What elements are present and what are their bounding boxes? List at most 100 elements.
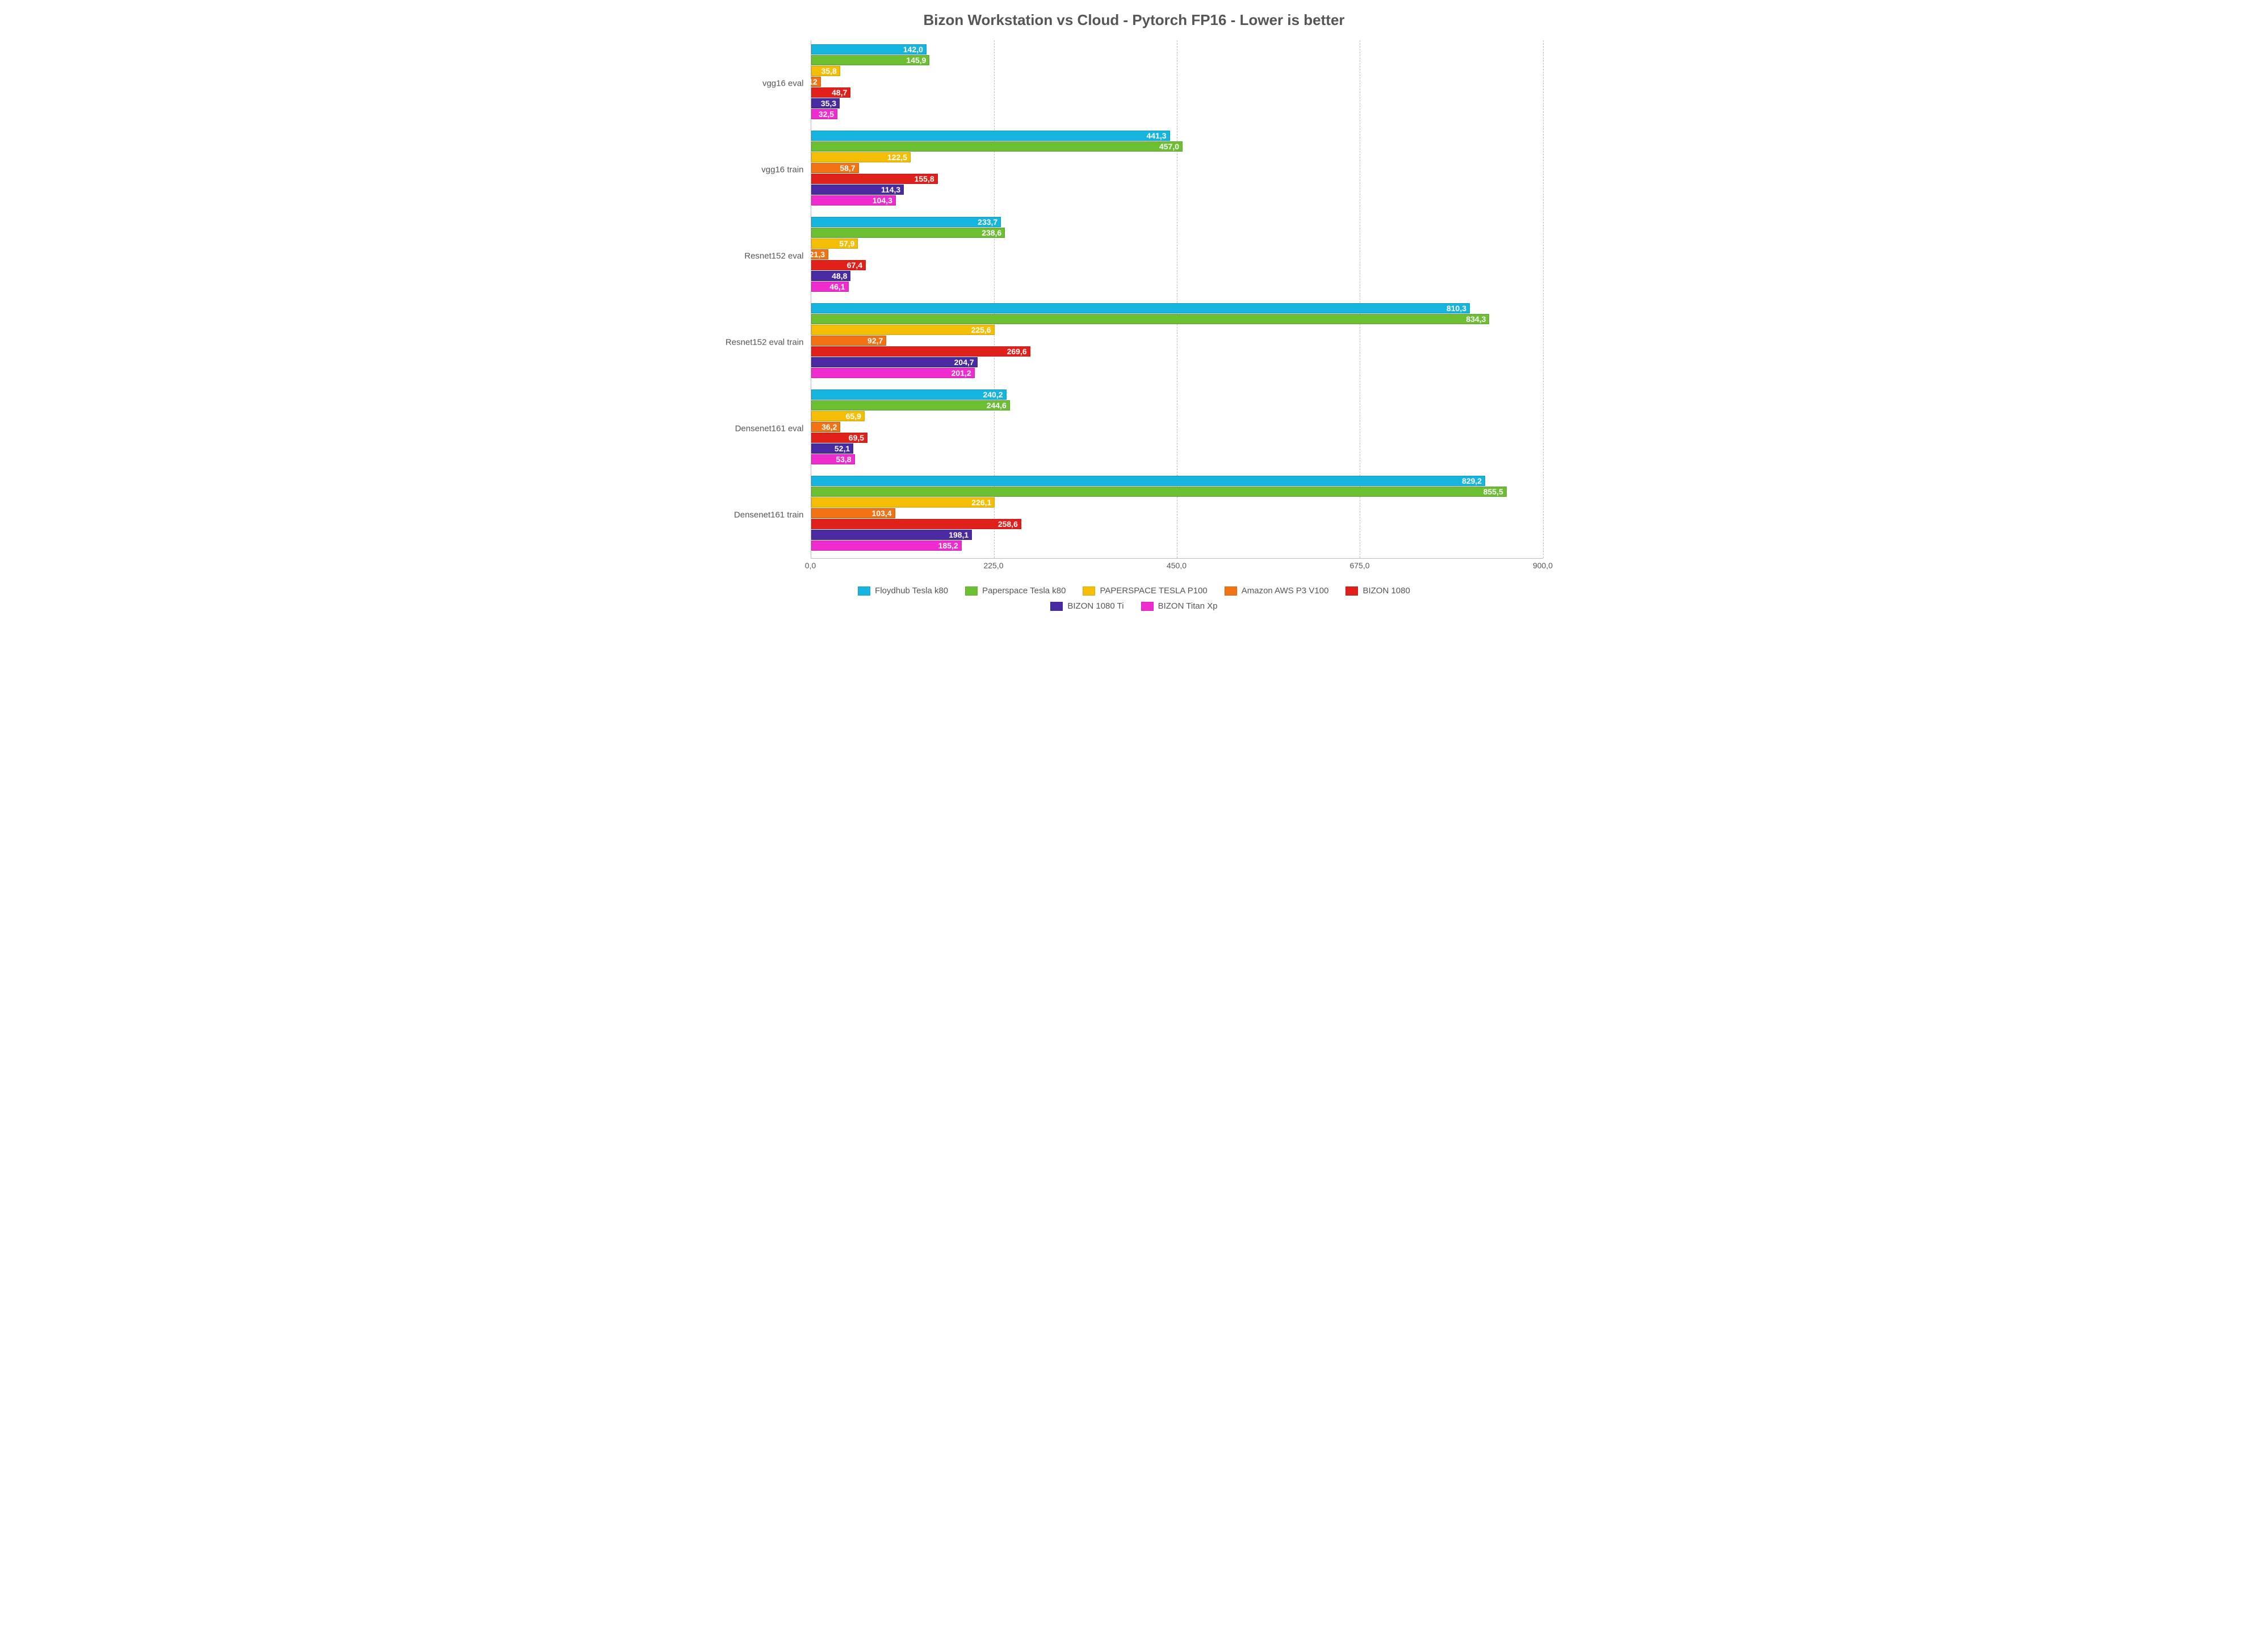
bar-value-label: 103,4 (872, 508, 892, 518)
bar: 52,1 (811, 443, 1543, 454)
bar: 12 (811, 77, 1543, 87)
bar: 225,6 (811, 325, 1543, 335)
category-label: Densenet161 train (723, 510, 808, 520)
bar: 104,3 (811, 195, 1543, 206)
bar-value-label: 441,3 (1147, 131, 1167, 141)
bar: 226,1 (811, 497, 1543, 508)
x-tick-label: 450,0 (1167, 561, 1187, 570)
bar-value-label: 226,1 (971, 497, 991, 508)
bar-fill (811, 217, 1001, 227)
bar-value-label: 36,2 (821, 422, 837, 432)
bar-value-label: 69,5 (849, 433, 864, 443)
x-tick-label: 225,0 (983, 561, 1003, 570)
bar: 457,0 (811, 141, 1543, 152)
bar-value-label: 810,3 (1447, 303, 1466, 313)
bar: 53,8 (811, 454, 1543, 464)
bar-value-label: 145,9 (906, 55, 926, 65)
bar-fill (811, 346, 1030, 357)
legend: Floydhub Tesla k80 Paperspace Tesla k80 PA… (822, 586, 1447, 611)
legend-label: BIZON 1080 (1363, 586, 1410, 596)
bar-fill (811, 476, 1486, 486)
bar: 67,4 (811, 260, 1543, 270)
chart-container: Bizon Workstation vs Cloud - Pytorch FP1… (709, 0, 1560, 628)
category-label: Densenet161 eval (723, 424, 808, 434)
bar-value-label: 114,3 (881, 185, 900, 195)
category-group: Resnet152 eval train810,3834,3225,692,72… (811, 299, 1543, 385)
bar-value-label: 48,7 (832, 87, 847, 98)
legend-item: Paperspace Tesla k80 (965, 586, 1066, 596)
category-label: Resnet152 eval (723, 252, 808, 261)
bar-value-label: 67,4 (847, 260, 862, 270)
bar-fill (811, 303, 1470, 313)
bar-fill (811, 497, 995, 508)
bar-value-label: 834,3 (1466, 314, 1486, 324)
x-tick-label: 0,0 (805, 561, 816, 570)
category-group: Densenet161 eval240,2244,665,936,269,552… (811, 385, 1543, 472)
bar: 855,5 (811, 487, 1543, 497)
bar: 269,6 (811, 346, 1543, 357)
category-label: Resnet152 eval train (723, 338, 808, 347)
bar-value-label: 225,6 (971, 325, 991, 335)
bar-fill (811, 530, 972, 540)
legend-swatch (1225, 586, 1237, 596)
category-group: Resnet152 eval233,7238,657,921,367,448,8… (811, 213, 1543, 299)
bar-value-label: 142,0 (903, 44, 923, 55)
bar-value-label: 21,3 (810, 249, 825, 259)
bar: 65,9 (811, 411, 1543, 421)
bar: 35,8 (811, 66, 1543, 76)
bar-value-label: 32,5 (819, 109, 834, 119)
bar: 48,8 (811, 271, 1543, 281)
category-group: Densenet161 train829,2855,5226,1103,4258… (811, 472, 1543, 558)
bar: 810,3 (811, 303, 1543, 313)
bar-value-label: 244,6 (987, 400, 1007, 410)
bar-value-label: 35,8 (821, 66, 837, 76)
bar-fill (811, 368, 975, 378)
legend-label: Floydhub Tesla k80 (875, 586, 948, 596)
bar: 57,9 (811, 238, 1543, 249)
bar-value-label: 457,0 (1159, 141, 1179, 152)
bar-value-label: 58,7 (840, 163, 855, 173)
bar-value-label: 46,1 (829, 282, 845, 292)
bar-value-label: 52,1 (835, 443, 850, 454)
bar: 185,2 (811, 540, 1543, 551)
legend-label: Paperspace Tesla k80 (982, 586, 1066, 596)
x-axis: 0,0225,0450,0675,0900,0 (811, 559, 1543, 576)
bar: 834,3 (811, 314, 1543, 324)
bar-value-label: 104,3 (873, 195, 892, 206)
bar-fill (811, 389, 1007, 400)
bar: 201,2 (811, 368, 1543, 378)
bar-value-label: 201,2 (951, 368, 971, 378)
bar-fill (811, 487, 1507, 497)
x-tick-label: 900,0 (1533, 561, 1553, 570)
legend-swatch (1083, 586, 1095, 596)
bar-value-label: 855,5 (1483, 487, 1503, 497)
bar: 69,5 (811, 433, 1543, 443)
bar: 829,2 (811, 476, 1543, 486)
plot: vgg16 eval 142,0145,9 35,81248,735,332,5 vg… (726, 40, 1543, 559)
legend-label: PAPERSPACE TESLA P100 (1100, 586, 1207, 596)
category-label: vgg16 eval (723, 79, 808, 89)
bar: 142,0 (811, 44, 1543, 55)
bar-value-label: 198,1 (949, 530, 969, 540)
bar: 92,7 (811, 336, 1543, 346)
bar-value-label: 155,8 (915, 174, 934, 184)
y-axis-spacer (726, 40, 811, 559)
bar: 238,6 (811, 228, 1543, 238)
bar: 35,3 (811, 98, 1543, 108)
bar: 103,4 (811, 508, 1543, 518)
bar: 21,3 (811, 249, 1543, 259)
legend-label: BIZON 1080 Ti (1067, 601, 1123, 611)
bar-value-label: 269,6 (1007, 346, 1027, 357)
gridline (1543, 40, 1544, 558)
bar-value-label: 829,2 (1462, 476, 1482, 486)
legend-label: BIZON Titan Xp (1158, 601, 1218, 611)
legend-item: BIZON Titan Xp (1141, 601, 1218, 611)
category-label: vgg16 train (723, 165, 808, 175)
bar-fill (811, 314, 1490, 324)
category-group: vgg16 train441,3457,0122,558,7155,8114,3… (811, 127, 1543, 213)
category-group: vgg16 eval142,0145,935,81248,735,332,5 (811, 40, 1543, 127)
bar-fill (811, 141, 1183, 152)
bar: 441,3 (811, 131, 1543, 141)
legend-swatch (965, 586, 978, 596)
bar: 258,6 (811, 519, 1543, 529)
